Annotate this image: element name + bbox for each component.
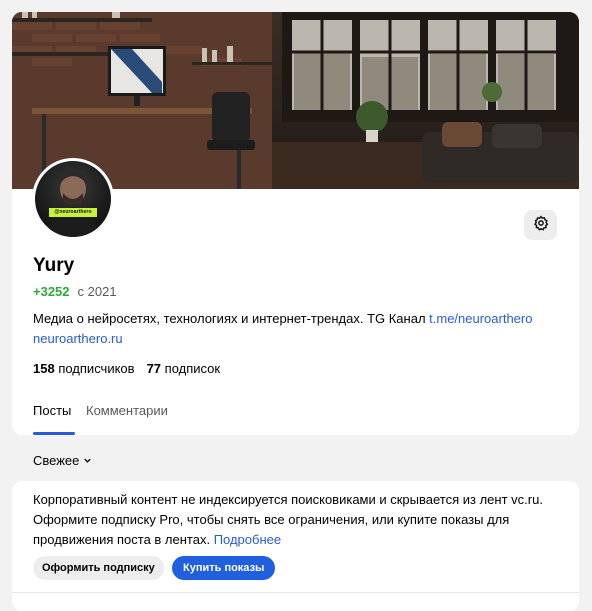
- profile-card: @neuroarthero Yury +3252 с 2021 Медиа о н…: [12, 12, 579, 435]
- notice-text: Корпоративный контент не индексируется п…: [33, 490, 553, 550]
- avatar-image: @neuroarthero: [35, 161, 111, 237]
- notice-body: Корпоративный контент не индексируется п…: [33, 492, 543, 547]
- cover-image: [12, 12, 579, 189]
- sort-label: Свежее: [33, 453, 80, 468]
- profile-tabs: Посты Комментарии: [33, 403, 179, 418]
- active-tab-indicator: [33, 432, 75, 435]
- chevron-down-icon: [83, 456, 92, 468]
- subscribers-label: подписчиков: [58, 361, 135, 376]
- rating: +3252: [33, 284, 70, 299]
- description-text: Медиа о нейросетях, технологиях и интерн…: [33, 311, 430, 326]
- gear-icon: [533, 215, 549, 236]
- sort-dropdown[interactable]: Свежее: [33, 453, 92, 468]
- tab-comments[interactable]: Комментарии: [86, 403, 168, 418]
- subscriptions-count: 77: [146, 361, 162, 376]
- subscriptions-label: подписок: [164, 361, 221, 376]
- divider: [12, 592, 579, 593]
- member-since: с 2021: [77, 284, 117, 299]
- website-link[interactable]: neuroarthero.ru: [33, 331, 123, 346]
- subscribers-count: 158: [33, 361, 55, 376]
- more-link[interactable]: Подробнее: [214, 532, 281, 547]
- avatar[interactable]: @neuroarthero: [32, 158, 114, 240]
- subscribe-pro-button[interactable]: Оформить подписку: [33, 556, 164, 580]
- tab-posts[interactable]: Посты: [33, 403, 71, 418]
- buy-impressions-button[interactable]: Купить показы: [172, 556, 276, 580]
- settings-button[interactable]: [524, 210, 557, 240]
- profile-description: Медиа о нейросетях, технологиях и интерн…: [33, 309, 563, 349]
- avatar-badge: @neuroarthero: [49, 208, 97, 217]
- subscribers-stat[interactable]: 158 подписчиков: [33, 361, 135, 376]
- profile-stats: 158 подписчиков 77 подписок: [33, 361, 220, 376]
- profile-name: Yury: [33, 255, 75, 276]
- profile-meta: +3252 с 2021: [33, 284, 117, 299]
- subscriptions-stat[interactable]: 77 подписок: [147, 361, 221, 376]
- telegram-link[interactable]: t.me/neuroarthero: [429, 311, 532, 326]
